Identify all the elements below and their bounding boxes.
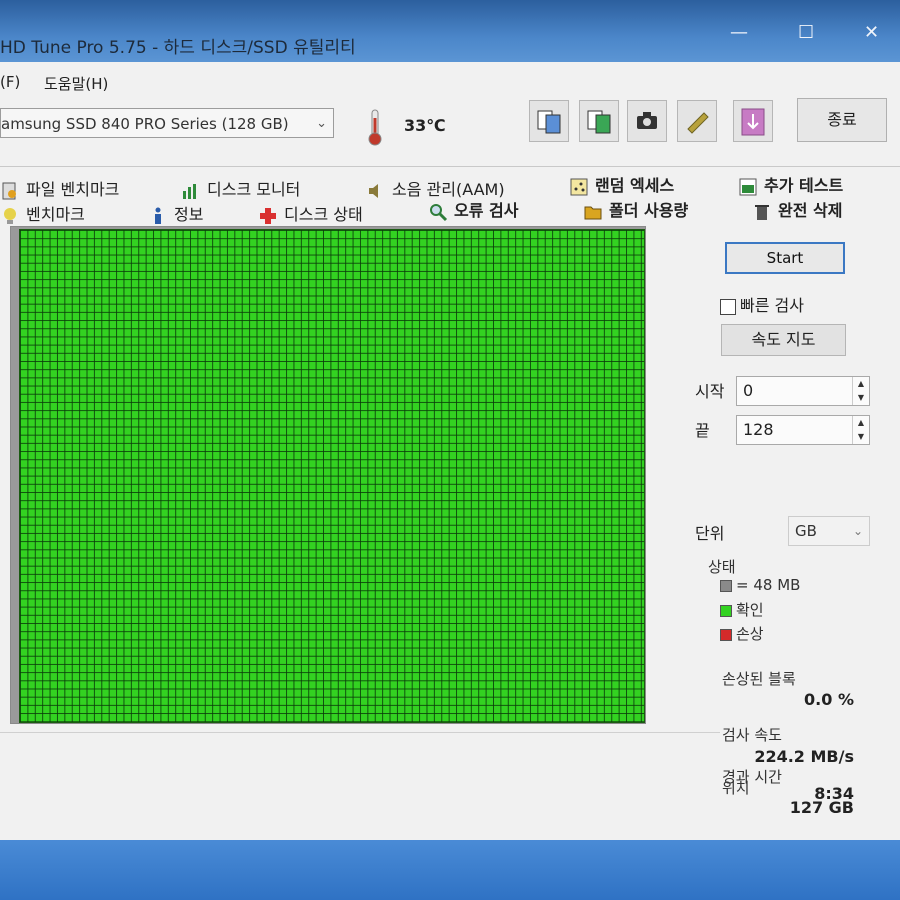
tab-benchmark[interactable]: 벤치마크 xyxy=(0,201,85,226)
legend-block-size-label: = 48 MB xyxy=(736,576,801,594)
legend-title: 상태 xyxy=(708,558,736,576)
unit-label: 단위 xyxy=(695,524,725,543)
taskbar xyxy=(0,840,900,900)
tab-extra-tests[interactable]: 추가 테스트 xyxy=(738,172,843,197)
tab-folder-usage-label: 폴더 사용량 xyxy=(609,201,689,220)
maximize-icon[interactable]: ☐ xyxy=(798,22,814,43)
save-icon xyxy=(741,108,765,136)
spin-arrows-icon[interactable]: ▲ ▼ xyxy=(852,377,869,405)
toolbar: amsung SSD 840 PRO Series (128 GB) ⌄ 33℃ xyxy=(0,98,900,156)
checkbox-unchecked-icon xyxy=(720,298,736,315)
unit-select[interactable]: GB ⌄ xyxy=(788,516,870,546)
file-benchmark-icon xyxy=(2,182,16,199)
folder-icon xyxy=(584,206,602,219)
disk-monitor-icon xyxy=(183,183,196,199)
menu-help[interactable]: 도움말(H) xyxy=(44,73,108,94)
end-field-label: 끝 xyxy=(695,421,710,440)
drive-select[interactable]: amsung SSD 840 PRO Series (128 GB) ⌄ xyxy=(0,108,334,138)
copy-screenshot-button[interactable] xyxy=(579,100,619,142)
start-spinbox[interactable]: 0 ▲ ▼ xyxy=(736,376,870,406)
quick-check-checkbox[interactable]: 빠른 검사 xyxy=(720,292,804,316)
scan-block-grid xyxy=(19,229,645,723)
thermometer-icon xyxy=(368,109,382,146)
spin-arrows-icon[interactable]: ▲ ▼ xyxy=(852,416,869,444)
tab-disk-monitor[interactable]: 디스크 모니터 xyxy=(181,176,300,201)
damaged-blocks-value: 0.0 % xyxy=(804,690,854,709)
tab-error-scan-label: 오류 검사 xyxy=(454,201,519,220)
tab-info[interactable]: 정보 xyxy=(148,201,203,226)
options-button[interactable] xyxy=(677,100,717,142)
bottom-panel xyxy=(0,732,720,841)
scan-speed-value: 224.2 MB/s xyxy=(754,747,854,766)
scan-speed-label: 검사 속도 xyxy=(722,726,782,744)
benchmark-icon xyxy=(4,207,16,224)
camera-icon xyxy=(637,112,657,129)
tab-health[interactable]: 디스크 상태 xyxy=(258,201,363,226)
legend-ok: 확인 xyxy=(720,599,764,620)
copy-info-icon xyxy=(537,110,561,134)
tab-info-label: 정보 xyxy=(174,205,204,224)
close-icon[interactable]: ✕ xyxy=(864,22,879,43)
title-bar: HD Tune Pro 5.75 - 하드 디스크/SSD 유틸리티 — ☐ ✕ xyxy=(0,0,900,62)
drive-select-value: amsung SSD 840 PRO Series (128 GB) xyxy=(1,115,289,133)
copy-info-button[interactable] xyxy=(529,100,569,142)
menu-file[interactable]: (F) xyxy=(0,73,20,91)
extra-tests-icon xyxy=(739,178,757,195)
elapsed-value: 8:34 xyxy=(814,784,854,803)
info-icon xyxy=(155,207,161,224)
tab-health-label: 디스크 상태 xyxy=(284,205,363,224)
trash-icon xyxy=(755,204,769,220)
exit-button[interactable]: 종료 xyxy=(797,98,887,142)
window-title: HD Tune Pro 5.75 - 하드 디스크/SSD 유틸리티 xyxy=(0,38,356,58)
elapsed-label: 경과 시간 xyxy=(722,768,782,786)
chevron-down-icon: ⌄ xyxy=(852,524,863,538)
tab-disk-monitor-label: 디스크 모니터 xyxy=(207,180,301,199)
health-cross-icon xyxy=(260,207,276,224)
tab-bar: 파일 벤치마크 디스크 모니터 소음 관리(AAM) 랜덤 엑세스 추가 테스트… xyxy=(0,166,900,227)
tab-random-access-label: 랜덤 엑세스 xyxy=(595,176,675,195)
end-spinbox[interactable]: 128 ▲ ▼ xyxy=(736,415,870,445)
save-button[interactable] xyxy=(733,100,773,142)
speed-map-button[interactable]: 속도 지도 xyxy=(721,324,846,356)
legend-damaged: 손상 xyxy=(720,623,764,644)
end-value: 128 xyxy=(743,420,774,439)
tab-extra-tests-label: 추가 테스트 xyxy=(764,176,844,195)
tab-erase-label: 완전 삭제 xyxy=(778,201,843,220)
start-value: 0 xyxy=(743,381,754,400)
scan-map xyxy=(10,226,646,724)
scan-controls: Start 빠른 검사 속도 지도 시작 0 ▲ ▼ 끝 128 ▲ ▼ 단위 GB… xyxy=(690,232,900,832)
speaker-icon xyxy=(369,183,378,198)
red-swatch xyxy=(720,628,732,641)
tab-error-scan[interactable]: 오류 검사 xyxy=(428,197,518,222)
magnifier-icon xyxy=(430,203,448,221)
temperature-readout: 33℃ xyxy=(404,116,446,135)
tab-erase[interactable]: 완전 삭제 xyxy=(752,197,842,222)
tab-file-benchmark[interactable]: 파일 벤치마크 xyxy=(0,176,119,201)
damaged-blocks-label: 손상된 블록 xyxy=(722,670,796,688)
start-field-label: 시작 xyxy=(695,382,725,401)
options-icon xyxy=(687,112,709,134)
quick-check-label: 빠른 검사 xyxy=(740,296,804,315)
gray-swatch xyxy=(720,579,732,592)
tab-random-access[interactable]: 랜덤 엑세스 xyxy=(569,172,674,197)
screenshot-button[interactable] xyxy=(627,100,667,142)
legend-damaged-label: 손상 xyxy=(736,625,764,643)
menu-bar: (F) 도움말(H) xyxy=(0,62,900,98)
legend-block-size: = 48 MB xyxy=(720,576,800,594)
chevron-down-icon: ⌄ xyxy=(316,116,327,131)
tab-benchmark-label: 벤치마크 xyxy=(26,205,85,224)
legend-ok-label: 확인 xyxy=(736,601,764,619)
tab-folder-usage[interactable]: 폴더 사용량 xyxy=(583,197,688,222)
start-button[interactable]: Start xyxy=(725,242,845,274)
random-access-icon xyxy=(570,178,588,195)
unit-value: GB xyxy=(795,522,817,540)
tab-file-benchmark-label: 파일 벤치마크 xyxy=(26,180,120,199)
green-swatch xyxy=(720,604,732,617)
copy-screenshot-icon xyxy=(587,110,611,134)
app-window: (F) 도움말(H) amsung SSD 840 PRO Series (12… xyxy=(0,62,900,841)
minimize-icon[interactable]: — xyxy=(730,22,748,43)
